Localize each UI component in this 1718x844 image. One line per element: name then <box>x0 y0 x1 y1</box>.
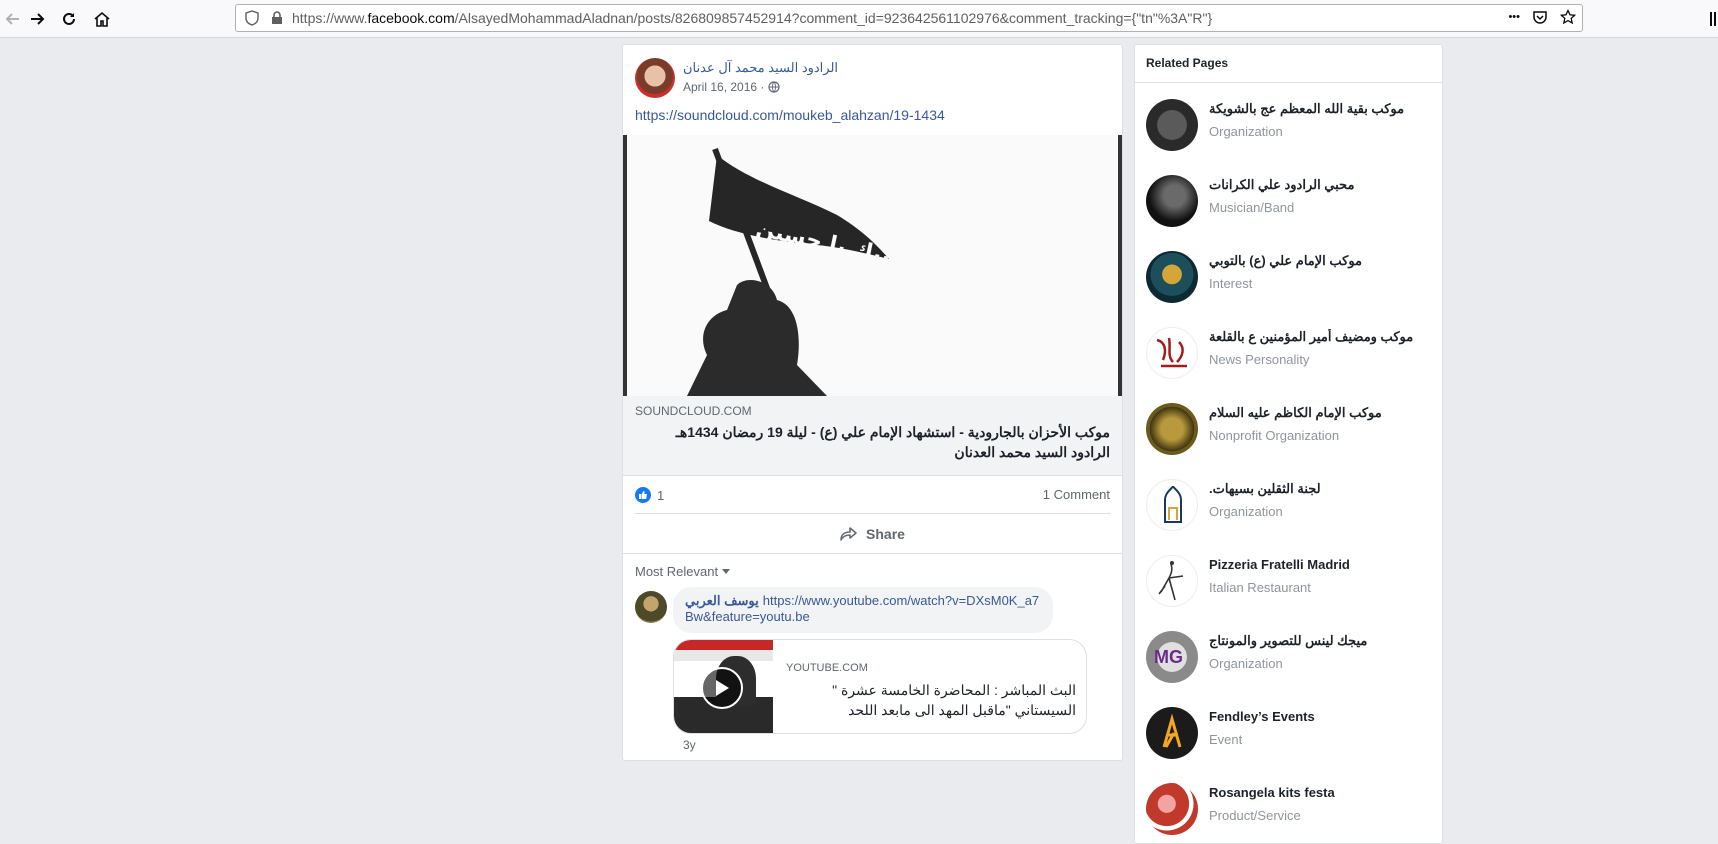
youtube-preview-card[interactable]: YOUTUBE.COM البث المباشر : المحاضرة الخا… <box>673 639 1087 734</box>
share-label: Share <box>866 526 905 542</box>
url-path: /AlsayedMohammadAladnan/posts/8268098574… <box>454 10 1213 26</box>
home-icon <box>94 11 110 27</box>
browser-toolbar: https://www.facebook.com/AlsayedMohammad… <box>0 0 1718 38</box>
post-date-text[interactable]: April 16, 2016 · <box>683 80 764 94</box>
like-count: 1 <box>657 487 665 503</box>
share-button[interactable]: Share <box>623 517 1122 551</box>
svg-text:MG: MG <box>1154 647 1183 667</box>
play-button-icon[interactable] <box>701 667 743 709</box>
related-page-item[interactable]: MG ميجك لينس للتصوير والمونتاج Organizat… <box>1135 621 1442 691</box>
comment-bubble: يوسف العربي https://www.youtube.com/watch… <box>673 587 1053 633</box>
related-page-item[interactable]: Rosangela kits festa Product/Service <box>1135 773 1442 843</box>
flag-image: لبيك يا حسين <box>687 147 901 396</box>
page-category: Italian Restaurant <box>1209 580 1311 595</box>
related-page-item[interactable]: موكب ومضيف أمير المؤمنين ع بالقلعة News … <box>1135 317 1442 387</box>
commenter-name[interactable]: يوسف العربي <box>685 593 759 608</box>
youtube-thumbnail[interactable] <box>674 640 773 733</box>
link-preview-meta[interactable]: SOUNDCLOUD.COM موكب الأحزان بالجارودية -… <box>623 396 1122 476</box>
caret-down-icon <box>722 568 731 574</box>
page-category: Organization <box>1209 124 1283 139</box>
page-name[interactable]: موكب بقية الله المعظم عج بالشويكة <box>1209 101 1434 117</box>
related-page-item[interactable]: موكب الإمام علي (ع) بالتوبي Interest <box>1135 241 1442 311</box>
author-avatar[interactable] <box>635 58 675 98</box>
back-arrow-icon <box>5 13 19 25</box>
back-button[interactable] <box>0 6 26 32</box>
youtube-title[interactable]: البث المباشر : المحاضرة الخامسة عشرة " ا… <box>786 680 1076 720</box>
post-soundcloud-link[interactable]: https://soundcloud.com/moukeb_alahzan/19… <box>635 107 945 123</box>
lock-icon[interactable] <box>270 11 284 25</box>
page-name[interactable]: موكب الإمام علي (ع) بالتوبي <box>1209 253 1434 269</box>
related-page-item[interactable]: Fendley’s Events Event <box>1135 697 1442 767</box>
page-category: Interest <box>1209 276 1253 291</box>
youtube-domain: YOUTUBE.COM <box>786 662 868 674</box>
page-avatar[interactable] <box>1146 479 1198 531</box>
page-avatar[interactable] <box>1146 555 1198 607</box>
comment-count[interactable]: 1 Comment <box>1043 487 1110 502</box>
url-domain: facebook.com <box>367 10 455 26</box>
related-page-item[interactable]: محبي الرادود علي الكرانات Musician/Band <box>1135 165 1442 235</box>
page-avatar[interactable] <box>1146 99 1198 151</box>
page-category: Organization <box>1209 656 1283 671</box>
related-page-item[interactable]: Pizzeria Fratelli Madrid Italian Restaur… <box>1135 545 1442 615</box>
related-page-item[interactable]: موكب الإمام الكاظم عليه السلام Nonprofit… <box>1135 393 1442 463</box>
page-name[interactable]: Fendley’s Events <box>1209 709 1434 724</box>
page-name[interactable]: موكب ومضيف أمير المؤمنين ع بالقلعة <box>1209 329 1434 345</box>
globe-icon <box>768 81 780 93</box>
divider <box>1135 82 1442 83</box>
comment-sort-dropdown[interactable]: Most Relevant <box>635 564 731 579</box>
url-text: https://www.facebook.com/AlsayedMohammad… <box>292 10 1212 26</box>
reload-button[interactable] <box>56 6 82 32</box>
related-page-item[interactable]: لجنة الثقلين بسيهات. Organization <box>1135 469 1442 539</box>
reload-icon <box>63 12 75 25</box>
page-category: Product/Service <box>1209 808 1301 823</box>
url-prefix: https://www. <box>292 10 368 26</box>
page-category: Musician/Band <box>1209 200 1295 215</box>
related-pages-panel: Related Pages موكب بقية الله المعظم عج ب… <box>1134 44 1443 844</box>
commenter-avatar[interactable] <box>635 591 667 623</box>
home-button[interactable] <box>89 6 115 32</box>
page-name[interactable]: ميجك لينس للتصوير والمونتاج <box>1209 633 1434 649</box>
post-link-image[interactable]: لبيك يا حسين <box>623 135 1122 396</box>
page-avatar[interactable] <box>1146 403 1198 455</box>
link-domain: SOUNDCLOUD.COM <box>635 404 752 418</box>
like-reaction-icon <box>635 487 651 503</box>
page-avatar[interactable]: MG <box>1146 631 1198 683</box>
thumbnail-banner <box>674 640 773 650</box>
page-avatar[interactable] <box>1146 707 1198 759</box>
reactions-summary[interactable]: 1 <box>635 487 664 503</box>
page-name[interactable]: Rosangela kits festa <box>1209 785 1434 800</box>
page-category: Nonprofit Organization <box>1209 428 1340 443</box>
related-page-item[interactable]: موكب بقية الله المعظم عج بالشويكة Organi… <box>1135 89 1442 159</box>
page-name[interactable]: موكب الإمام الكاظم عليه السلام <box>1209 405 1434 421</box>
post-card: الرادود السيد محمد آل عدنان April 16, 20… <box>622 44 1123 761</box>
page-category: News Personality <box>1209 352 1310 367</box>
page-actions-icon[interactable]: ••• <box>1508 11 1520 23</box>
share-arrow-icon <box>840 527 857 541</box>
page-avatar[interactable] <box>1146 783 1198 835</box>
shield-icon[interactable] <box>244 10 260 26</box>
page-avatar[interactable] <box>1146 251 1198 303</box>
address-bar[interactable]: https://www.facebook.com/AlsayedMohammad… <box>235 4 1583 32</box>
page-avatar[interactable] <box>1146 175 1198 227</box>
sort-label: Most Relevant <box>635 564 719 579</box>
divider <box>623 553 1122 554</box>
divider <box>635 513 1110 514</box>
library-icon[interactable] <box>1710 10 1718 33</box>
related-pages-title: Related Pages <box>1146 56 1229 70</box>
link-title[interactable]: موكب الأحزان بالجارودية - استشهاد الإمام… <box>635 422 1110 462</box>
forward-button[interactable] <box>24 6 50 32</box>
page-name[interactable]: Pizzeria Fratelli Madrid <box>1209 557 1434 572</box>
post-author[interactable]: الرادود السيد محمد آل عدنان <box>683 60 838 76</box>
post-date: April 16, 2016 · <box>683 80 780 94</box>
page-category: Organization <box>1209 504 1283 519</box>
comment-timestamp[interactable]: 3y <box>683 738 696 752</box>
bookmark-star-icon[interactable] <box>1560 9 1576 25</box>
page-name[interactable]: لجنة الثقلين بسيهات. <box>1209 481 1434 497</box>
page-avatar[interactable] <box>1146 327 1198 379</box>
forward-arrow-icon <box>31 13 45 25</box>
page-name[interactable]: محبي الرادود علي الكرانات <box>1209 177 1434 193</box>
pocket-icon[interactable] <box>1532 9 1548 25</box>
page-category: Event <box>1209 732 1243 747</box>
